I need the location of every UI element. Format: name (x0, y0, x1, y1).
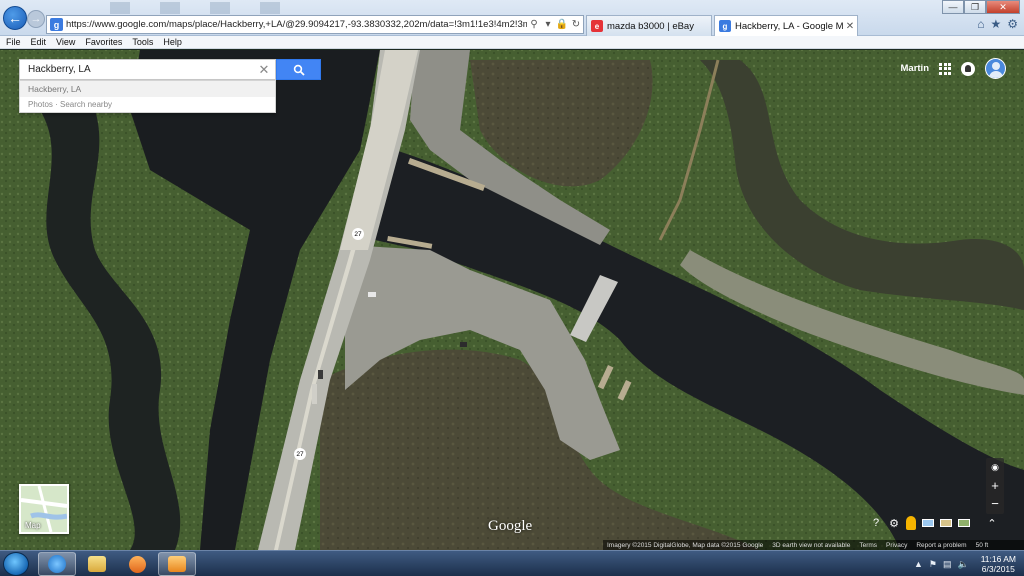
window-thumbnails (110, 2, 280, 14)
home-icon[interactable]: ⌂ (977, 17, 984, 31)
settings-gear-icon[interactable]: ⚙ (888, 517, 900, 530)
scale-label[interactable]: 50 ft (976, 542, 989, 549)
show-hidden-icons-icon[interactable]: ▲ (914, 559, 923, 569)
magnifier-icon (293, 64, 305, 76)
menu-file[interactable]: File (6, 36, 21, 48)
thumbnail (210, 2, 230, 14)
google-logo: Google (488, 518, 533, 534)
taskbar-internet-explorer[interactable] (38, 552, 76, 576)
menu-tools[interactable]: Tools (132, 36, 153, 48)
expand-chevron-icon[interactable]: ⌃ (986, 517, 998, 530)
close-tab-icon[interactable]: ✕ (843, 21, 857, 32)
search-icon[interactable]: ⚲ (527, 19, 541, 30)
satellite-map[interactable]: 27 27 (0, 50, 1024, 550)
lock-icon[interactable]: 🔒 (555, 19, 569, 30)
tab-ebay[interactable]: e mazda b3000 | eBay (586, 15, 712, 36)
volume-icon[interactable]: 🔈 (957, 559, 968, 570)
google-favicon-icon: g (719, 20, 731, 32)
favorites-star-icon[interactable]: ★ (990, 17, 1001, 31)
thumbnail (110, 2, 130, 14)
imagery-thumb-icon[interactable] (958, 519, 970, 527)
clock-time: 11:16 AM (980, 554, 1016, 564)
map-view-toggle[interactable]: Map (19, 484, 69, 534)
flag-icon[interactable]: ⚑ (929, 559, 937, 570)
forward-button[interactable]: → (27, 10, 45, 28)
imagery-thumb-icon[interactable] (922, 519, 934, 527)
apps-grid-icon[interactable] (939, 62, 951, 75)
route-shield-label: 27 (354, 230, 362, 238)
menu-favorites[interactable]: Favorites (85, 36, 122, 48)
close-window-button[interactable]: ✕ (986, 0, 1020, 14)
menu-edit[interactable]: Edit (31, 36, 47, 48)
pegman-icon[interactable] (906, 516, 916, 530)
ebay-favicon-icon: e (591, 20, 603, 32)
satellite-imagery (0, 50, 1024, 550)
address-url[interactable]: https://www.google.com/maps/place/Hackbe… (66, 19, 527, 30)
tab-label: mazda b3000 | eBay (607, 20, 694, 32)
taskbar-file-explorer[interactable] (78, 552, 116, 576)
browser-titlebar: ← → g https://www.google.com/maps/place/… (0, 0, 1024, 36)
map-footer: Imagery ©2015 DigitalGlobe, Map data ©20… (603, 540, 1024, 550)
menu-view[interactable]: View (56, 36, 75, 48)
search-input[interactable] (20, 64, 253, 75)
zoom-in-button[interactable]: + (986, 476, 1004, 494)
back-arrow-icon: ← (8, 10, 22, 26)
taskbar: ▲ ⚑ ▤ 🔈 11:16 AM 6/3/2015 (0, 550, 1024, 576)
route-shield: 27 (294, 448, 306, 460)
refresh-icon[interactable]: ↻ (569, 19, 583, 30)
imagery-thumb-icon[interactable] (940, 519, 952, 527)
restore-button[interactable]: ❐ (964, 0, 986, 14)
clock[interactable]: 11:16 AM 6/3/2015 (981, 554, 1016, 574)
media-player-icon (128, 555, 146, 573)
earth-view-note: 3D earth view not available (772, 541, 851, 549)
search-box[interactable]: ✕ (19, 59, 276, 80)
privacy-link[interactable]: Privacy (886, 542, 907, 549)
search-button[interactable] (276, 59, 321, 80)
start-button[interactable] (3, 552, 29, 576)
account-name[interactable]: Martin (901, 63, 930, 74)
report-problem-link[interactable]: Report a problem (916, 542, 966, 549)
help-icon[interactable]: ? (870, 517, 882, 529)
clock-date: 6/3/2015 (981, 564, 1015, 574)
address-bar[interactable]: g https://www.google.com/maps/place/Hack… (46, 15, 584, 34)
network-icon[interactable]: ▤ (943, 559, 952, 570)
account-area: Martin (901, 58, 1006, 79)
internet-explorer-icon (48, 555, 66, 573)
suggestion-actions[interactable]: Photos · Search nearby (20, 97, 275, 113)
folder-icon (88, 556, 106, 572)
route-shield-label: 27 (296, 450, 304, 458)
dropdown-icon[interactable]: ▾ (541, 19, 555, 30)
terms-link[interactable]: Terms (859, 542, 877, 549)
thumbnail (160, 2, 180, 14)
google-favicon-icon: g (50, 18, 63, 31)
back-button[interactable]: ← (3, 6, 27, 30)
taskbar-outlook[interactable] (158, 552, 196, 576)
window-controls: — ❐ ✕ (942, 0, 1020, 14)
menu-help[interactable]: Help (163, 36, 182, 48)
browser-tools: ⌂ ★ ⚙ (977, 17, 1018, 31)
zoom-control: ◉ + − (986, 458, 1004, 514)
tab-label: Hackberry, LA - Google Maps (735, 20, 843, 32)
clear-search-icon[interactable]: ✕ (253, 62, 275, 78)
zoom-out-button[interactable]: − (986, 494, 1004, 512)
route-shield: 27 (352, 228, 364, 240)
notifications-bell-icon[interactable] (961, 61, 975, 76)
minimize-button[interactable]: — (942, 0, 964, 14)
map-tools: ? ⚙ ⌃ (870, 516, 998, 530)
thumbnail (260, 2, 280, 14)
avatar[interactable] (985, 58, 1006, 79)
forward-arrow-icon: → (30, 13, 42, 25)
map-thumbnail-label: Map (25, 521, 41, 530)
suggestion-item[interactable]: Hackberry, LA (20, 81, 275, 97)
menu-bar: File Edit View Favorites Tools Help (0, 36, 1024, 49)
tab-google-maps[interactable]: g Hackberry, LA - Google Maps ✕ (714, 15, 858, 36)
imagery-credit: Imagery ©2015 DigitalGlobe, Map data ©20… (607, 541, 764, 549)
settings-gear-icon[interactable]: ⚙ (1007, 17, 1018, 31)
my-location-icon[interactable]: ◉ (986, 458, 1004, 476)
outlook-icon (168, 556, 186, 572)
taskbar-media-player[interactable] (118, 552, 156, 576)
search-suggestions: Hackberry, LA Photos · Search nearby (19, 80, 276, 113)
system-tray: ▲ ⚑ ▤ 🔈 11:16 AM 6/3/2015 (914, 554, 1016, 574)
